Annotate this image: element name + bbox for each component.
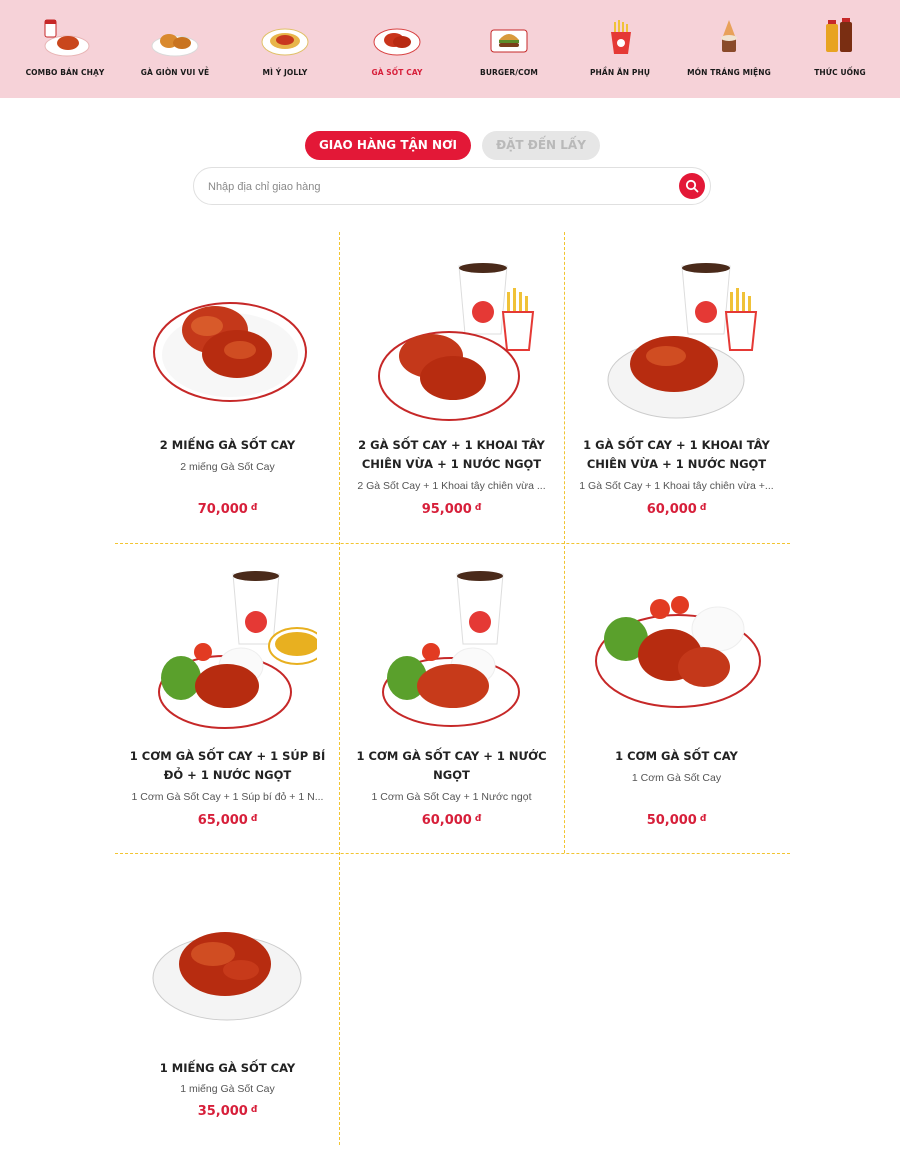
product-title: 1 CƠM GÀ SỐT CAY + 1 SÚP BÍ ĐỎ + 1 NƯỚC … (129, 749, 326, 782)
burger-icon (490, 29, 528, 53)
chicken-rice-soup-drink-combo (158, 571, 317, 729)
category-label: THỨC UỐNG (814, 68, 866, 77)
one-spicy-chicken-plate (152, 932, 302, 1021)
product-price: 50,000 đ (646, 813, 707, 828)
category-phan-an-phu[interactable]: PHẦN ĂN PHỤ (565, 0, 675, 98)
product-card[interactable]: 1 CƠM GÀ SỐT CAY 1 Cơm Gà Sốt Cay 50,000… (564, 543, 789, 853)
product-card[interactable]: 1 CƠM GÀ SỐT CAY + 1 SÚP BÍ ĐỎ + 1 NƯỚC … (115, 543, 340, 853)
product-price: 65,000 đ (197, 813, 258, 828)
dessert-icon (721, 20, 737, 52)
category-label: MÓN TRÁNG MIỆNG (687, 68, 771, 77)
category-nav: COMBO BÁN CHẠY GÀ GIÒN VUI VẺ MÌ Ý JOLLY… (0, 0, 900, 98)
product-price: 60,000 đ (421, 813, 482, 828)
search-icon (685, 179, 699, 193)
product-card[interactable]: 1 MIẾNG GÀ SỐT CAY 1 miếng Gà Sốt Cay 35… (115, 853, 340, 1145)
product-title: 1 CƠM GÀ SỐT CAY + 1 NƯỚC NGỌT (356, 749, 547, 782)
spaghetti-icon (261, 28, 309, 56)
category-ga-gion-vui-ve[interactable]: GÀ GIÒN VUI VẺ (120, 0, 230, 98)
product-title: 2 GÀ SỐT CAY + 1 KHOAI TÂY CHIÊN VỪA + 1… (358, 438, 545, 471)
two-spicy-chicken-plate (153, 302, 307, 402)
category-label: GÀ SỐT CAY (371, 68, 423, 77)
chicken-rice-drink-combo (382, 571, 520, 727)
category-label: GÀ GIÒN VUI VẺ (140, 68, 210, 77)
product-card[interactable]: 1 CƠM GÀ SỐT CAY + 1 NƯỚC NGỌT 1 Cơm Gà … (339, 543, 564, 853)
category-burger-com[interactable]: BURGER/CƠM (454, 0, 564, 98)
product-description: 1 Gà Sốt Cay + 1 Khoai tây chiên vừa +..… (579, 480, 774, 492)
category-mon-trang-mieng[interactable]: MÓN TRÁNG MIỆNG (674, 0, 784, 98)
tab-pickup[interactable]: ĐẶT ĐẾN LẤY (482, 131, 600, 160)
product-title: 1 CƠM GÀ SỐT CAY (615, 749, 738, 763)
product-description: 2 Gà Sốt Cay + 1 Khoai tây chiên vừa ... (357, 480, 546, 492)
spicy-chicken-icon (373, 28, 421, 56)
chicken-rice-plate (595, 596, 761, 708)
drinks-icon (826, 18, 852, 52)
product-price: 35,000 đ (197, 1104, 258, 1119)
one-chicken-fries-drink-combo (607, 263, 758, 419)
product-title: 1 GÀ SỐT CAY + 1 KHOAI TÂY CHIÊN VỪA + 1… (583, 438, 770, 471)
product-price: 95,000 đ (421, 502, 482, 517)
category-ga-sot-cay[interactable]: GÀ SỐT CAY (342, 0, 452, 98)
category-label: COMBO BÁN CHẠY (25, 68, 105, 77)
product-title: 1 MIẾNG GÀ SỐT CAY (159, 1061, 296, 1075)
fries-icon (611, 20, 631, 54)
product-title: 2 MIẾNG GÀ SỐT CAY (159, 438, 296, 452)
product-description: 1 Cơm Gà Sốt Cay (631, 772, 722, 784)
address-search-bar (193, 167, 711, 205)
category-mi-y-jolly[interactable]: MÌ Ý JOLLY (230, 0, 340, 98)
combo-meal-icon (44, 19, 90, 57)
product-card[interactable]: 2 GÀ SỐT CAY + 1 KHOAI TÂY CHIÊN VỪA + 1… (339, 232, 564, 543)
category-label: PHẦN ĂN PHỤ (589, 68, 651, 77)
product-card[interactable]: 1 GÀ SỐT CAY + 1 KHOAI TÂY CHIÊN VỪA + 1… (564, 232, 789, 543)
product-price: 60,000 đ (646, 502, 707, 517)
product-description: 2 miếng Gà Sốt Cay (180, 461, 275, 473)
product-price: 70,000 đ (197, 502, 258, 517)
category-label: MÌ Ý JOLLY (262, 68, 308, 77)
search-button[interactable] (679, 173, 705, 199)
category-combo-ban-chay[interactable]: COMBO BÁN CHẠY (10, 0, 120, 98)
fried-chicken-icon (151, 34, 199, 57)
two-chicken-fries-drink-combo (378, 263, 535, 421)
product-description: 1 Cơm Gà Sốt Cay + 1 Nước ngọt (371, 791, 532, 803)
tab-delivery[interactable]: GIAO HÀNG TẬN NƠI (305, 131, 471, 160)
category-label: BURGER/CƠM (480, 68, 538, 77)
category-thuc-uong[interactable]: THỨC UỐNG (785, 0, 895, 98)
product-description: 1 Cơm Gà Sốt Cay + 1 Súp bí đỏ + 1 N... (131, 791, 324, 803)
product-card[interactable]: 2 MIẾNG GÀ SỐT CAY 2 miếng Gà Sốt Cay 70… (115, 232, 340, 543)
product-description: 1 miếng Gà Sốt Cay (180, 1083, 275, 1095)
address-input[interactable] (208, 177, 668, 197)
